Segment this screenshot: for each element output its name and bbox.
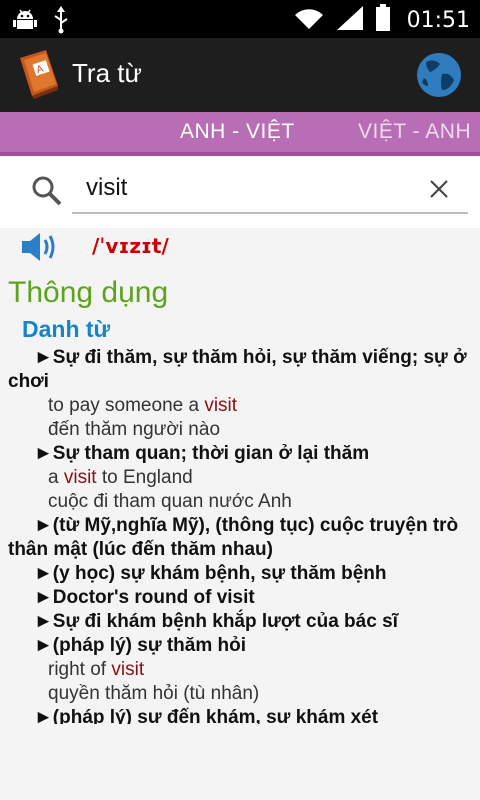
dictionary-book-icon[interactable]: A — [16, 48, 62, 100]
language-tabs: ANH - VIỆT VIỆT - ANH — [0, 112, 480, 156]
search-bar — [0, 156, 480, 228]
example-translation: đến thăm người nào — [48, 419, 221, 440]
example-translation: quyền thăm hỏi (tù nhân) — [48, 683, 260, 704]
definition-panel: /ˈvɪzɪt/ Thông dụng Danh từ ►Sự đi thăm,… — [0, 228, 480, 800]
clock: 01:51 — [406, 7, 470, 33]
headword-highlight: visit — [111, 659, 145, 680]
definition-line: ►Sự đi thăm, sự thăm hỏi, sự thăm viếng;… — [34, 347, 467, 368]
android-debug-icon — [12, 7, 38, 37]
example-text: to England — [96, 467, 193, 488]
section-heading: Thông dụng — [8, 276, 169, 309]
clear-icon[interactable] — [424, 174, 454, 204]
example-text: a — [48, 467, 64, 488]
definition-line: ►Sự đi khám bệnh khắp lượt của bác sĩ — [34, 611, 398, 632]
battery-icon — [375, 4, 391, 36]
tab-anh-viet[interactable]: ANH - VIỆT — [180, 120, 295, 144]
example-text: to pay someone a — [48, 395, 205, 416]
status-bar: 01:51 — [0, 0, 480, 38]
app-title: Tra từ — [72, 58, 142, 88]
headword-highlight: visit — [63, 467, 97, 488]
definition-line: ►Doctor's round of visit — [34, 587, 255, 608]
example-line: to pay someone a visit — [48, 394, 480, 418]
definition-line: chơi — [8, 371, 49, 392]
action-bar: A Tra từ — [0, 38, 480, 112]
headword-highlight: visit — [204, 395, 238, 416]
search-input[interactable] — [72, 164, 468, 214]
part-of-speech: Danh từ — [22, 316, 111, 342]
definition-line: ►Sự tham quan; thời gian ở lại thăm — [34, 443, 370, 464]
phonetic: /ˈvɪzɪt/ — [92, 234, 169, 258]
example-line: right of visit — [48, 658, 480, 682]
wifi-icon — [293, 5, 325, 35]
signal-icon — [335, 4, 365, 36]
definition-line: thân mật (lúc đến thăm nhau) — [8, 539, 273, 560]
tab-viet-anh[interactable]: VIỆT - ANH — [358, 120, 471, 144]
search-icon — [30, 174, 64, 208]
usb-icon — [52, 6, 70, 38]
speaker-icon[interactable] — [18, 228, 60, 266]
globe-icon[interactable] — [414, 50, 464, 100]
definition-line: ►(pháp lý) sự thăm hỏi — [34, 635, 247, 656]
definition-line: ►(y học) sự khám bệnh, sự thăm bệnh — [34, 563, 387, 584]
example-text: right of — [48, 659, 112, 680]
definition-line: ►(từ Mỹ,nghĩa Mỹ), (thông tục) cuộc truy… — [34, 515, 459, 536]
example-line: a visit to England — [48, 466, 480, 490]
bottom-area — [0, 740, 480, 800]
definition-line: ►(pháp lý) sự đến khám, sự khám xét — [34, 707, 379, 724]
example-translation: cuộc đi tham quan nước Anh — [48, 491, 292, 512]
